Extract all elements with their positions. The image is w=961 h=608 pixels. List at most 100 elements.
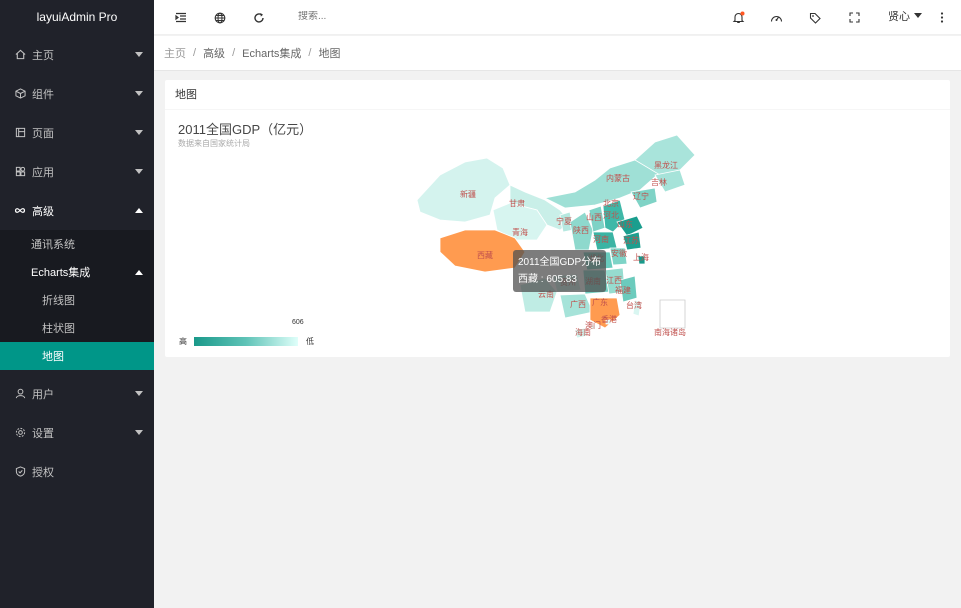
region-黑龙江[interactable] <box>634 134 696 176</box>
tag-icon <box>809 12 821 24</box>
chevron-up-icon <box>135 270 143 275</box>
sidebar-item-label: 应用 <box>32 166 54 179</box>
sidebar-item-components[interactable]: 组件 <box>0 74 154 113</box>
sidebar-item-label: 用户 <box>32 388 54 401</box>
region-label: 南海诸岛 <box>654 327 686 337</box>
infinity-icon <box>14 205 26 217</box>
more-button[interactable] <box>927 0 957 35</box>
breadcrumb-home[interactable]: 主页 <box>164 45 186 61</box>
chevron-down-icon <box>135 91 143 96</box>
sidebar-subitem-map[interactable]: 地图 <box>0 342 154 370</box>
region-吉林[interactable] <box>654 169 686 193</box>
region-label: 广东 <box>592 297 608 307</box>
region-北京[interactable] <box>607 201 617 211</box>
fullscreen-icon <box>848 12 860 23</box>
region-河北[interactable] <box>602 199 626 233</box>
gear-icon <box>14 427 26 439</box>
chevron-down-icon <box>135 130 143 135</box>
region-label: 黑龙江 <box>654 160 678 170</box>
menu-toggle-button[interactable] <box>166 0 196 35</box>
region-label: 吉林 <box>651 177 667 187</box>
tooltip-value: 西藏 : 605.83 <box>518 274 577 285</box>
chevron-down-icon <box>135 52 143 57</box>
user-icon <box>14 388 26 400</box>
region-山东[interactable] <box>616 215 644 237</box>
region-label: 安徽 <box>611 248 627 258</box>
region-甘肃[interactable] <box>509 184 571 231</box>
region-label: 广西 <box>570 299 586 309</box>
sidebar-item-label: 设置 <box>32 427 54 440</box>
breadcrumb-advanced[interactable]: 高级 <box>203 45 225 61</box>
region-上海[interactable] <box>637 255 646 265</box>
region-澳门[interactable] <box>590 324 596 330</box>
region-广西[interactable] <box>559 293 594 319</box>
chart-tooltip: 2011全国GDP分布 西藏 : 605.83 <box>513 250 607 292</box>
sidebar-item-label: 页面 <box>32 127 54 140</box>
region-台湾[interactable] <box>632 299 642 317</box>
region-广东[interactable] <box>589 297 621 329</box>
advanced-submenu: 通讯系统 Echarts集成 折线图 柱状图 地图 <box>0 230 154 370</box>
refresh-button[interactable] <box>244 0 274 35</box>
chart-subtitle: 数据来自国家统计局 <box>178 139 250 148</box>
tags-button[interactable] <box>800 0 830 35</box>
sidebar-item-pages[interactable]: 页面 <box>0 113 154 152</box>
region-label: 台湾 <box>626 300 642 310</box>
region-江苏[interactable] <box>622 231 642 251</box>
region-label: 辽宁 <box>633 191 649 201</box>
home-icon <box>14 49 26 61</box>
chevron-down-icon <box>135 169 143 174</box>
website-button[interactable] <box>205 0 235 35</box>
sidebar-item-apps[interactable]: 应用 <box>0 152 154 191</box>
refresh-icon <box>254 12 264 23</box>
region-海南[interactable] <box>574 327 588 339</box>
sidebar-subitem-bar[interactable]: 柱状图 <box>0 314 154 342</box>
fullscreen-button[interactable] <box>839 0 869 35</box>
map-card: 地图 2011全国GDP（亿元） 数据来自国家统计局 新疆 甘肃 青海 西藏 宁夏 陕西 山… <box>165 80 950 357</box>
region-label: 河北 <box>603 210 619 220</box>
theme-button[interactable] <box>761 0 791 35</box>
app-icon <box>14 166 26 178</box>
region-安徽[interactable] <box>609 247 628 266</box>
region-河南[interactable] <box>592 231 618 251</box>
sidebar-item-advanced[interactable]: 高级 <box>0 191 154 230</box>
sidebar-subitem-im[interactable]: 通讯系统 <box>0 230 154 258</box>
visual-map-low-label: 低 <box>306 337 314 346</box>
region-山西[interactable] <box>588 205 606 233</box>
region-label: 江苏 <box>623 235 639 245</box>
chevron-up-icon <box>135 208 143 213</box>
region-青海[interactable] <box>492 202 548 241</box>
region-宁夏[interactable] <box>559 211 574 233</box>
cube-icon <box>14 88 26 100</box>
notifications-button[interactable] <box>723 0 753 35</box>
tooltip-title: 2011全国GDP分布 <box>518 257 602 268</box>
search-input[interactable] <box>298 11 458 22</box>
region-新疆[interactable] <box>416 157 511 223</box>
region-福建[interactable] <box>619 275 638 303</box>
breadcrumb: 主页 / 高级 / Echarts集成 / 地图 <box>154 36 961 71</box>
sidebar-subitem-line[interactable]: 折线图 <box>0 286 154 314</box>
sidebar-item-home[interactable]: 主页 <box>0 35 154 74</box>
region-香港[interactable] <box>605 319 612 325</box>
sidebar-item-label: 主页 <box>32 49 54 62</box>
top-navbar: 贤心 <box>154 0 961 35</box>
visual-map-high-label: 高 <box>179 337 187 346</box>
region-label: 宁夏 <box>556 216 572 226</box>
sidebar-item-users[interactable]: 用户 <box>0 374 154 413</box>
region-江西[interactable] <box>604 267 626 295</box>
region-陕西[interactable] <box>569 211 594 251</box>
visual-map-gradient[interactable] <box>194 337 298 346</box>
region-辽宁[interactable] <box>630 187 658 209</box>
sidebar-subitem-echarts[interactable]: Echarts集成 <box>0 258 154 286</box>
more-vertical-icon <box>940 12 944 23</box>
caret-down-icon <box>914 13 922 18</box>
sidebar-item-auth[interactable]: 授权 <box>0 452 154 491</box>
region-label: 上海 <box>633 252 649 262</box>
user-menu[interactable]: 贤心 <box>888 0 922 35</box>
sidebar-item-settings[interactable]: 设置 <box>0 413 154 452</box>
region-内蒙古[interactable] <box>543 147 671 209</box>
dashboard-icon <box>770 15 782 22</box>
region-label: 海南 <box>575 327 591 337</box>
breadcrumb-echarts[interactable]: Echarts集成 <box>242 45 301 61</box>
region-label: 新疆 <box>460 189 476 199</box>
region-南海诸岛[interactable] <box>659 299 686 329</box>
